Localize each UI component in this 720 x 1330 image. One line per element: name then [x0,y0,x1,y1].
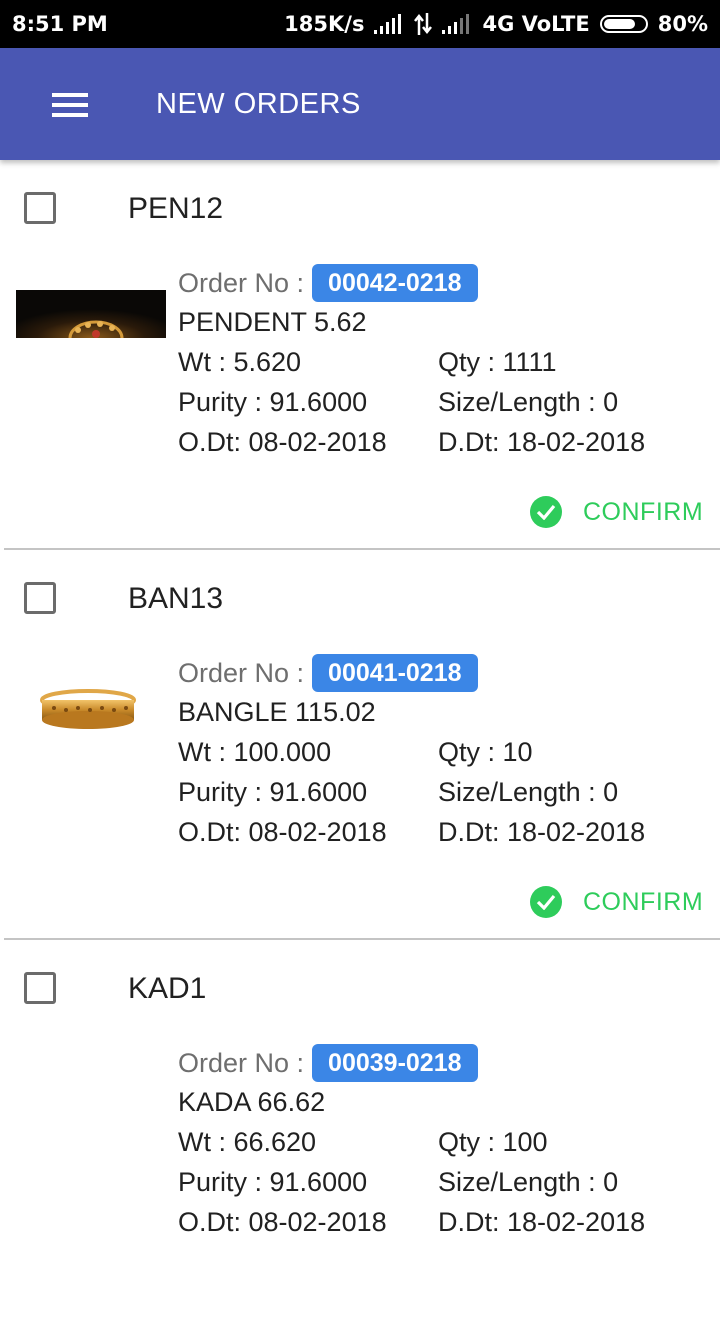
order-list[interactable]: PEN12 Order No : 00042-0218 PENDENT 5.62… [0,160,720,1330]
signal-strength-icon [374,14,402,34]
weight: Wt : 5.620 [178,347,302,377]
order-no-label: Order No : [178,657,305,688]
order-number-row: Order No : 00042-0218 [178,264,478,302]
order-select-checkbox[interactable] [24,972,56,1004]
order-card[interactable]: PEN12 Order No : 00042-0218 PENDENT 5.62… [0,160,720,550]
quantity: Qty : 100 [438,1127,548,1157]
status-bar: 8:51 PM 185K/s 4G VoLTE 80% [0,0,720,48]
order-number-row: Order No : 00039-0218 [178,1044,478,1082]
confirm-label: CONFIRM [583,497,704,526]
purity: Purity : 91.6000 [178,387,368,417]
status-time: 8:51 PM [12,12,108,36]
item-name: PENDENT 5.62 [178,307,367,337]
hamburger-menu-icon[interactable] [52,93,88,119]
size-length: Size/Length : 0 [438,387,619,417]
delivery-date: D.Dt: 18-02-2018 [438,817,646,847]
order-no-label: Order No : [178,1047,305,1078]
battery-percent: 80% [657,12,708,36]
battery-icon [599,15,648,33]
confirm-button[interactable]: CONFIRM [530,496,703,528]
order-no-label: Order No : [178,267,305,298]
bangle-thumbnail [40,689,136,729]
quantity: Qty : 10 [438,737,533,767]
order-number-badge: 00041-0218 [312,654,478,692]
order-card[interactable]: KAD1 Order No : 00039-0218 KADA 66.62 Wt… [0,940,720,1330]
weight: Wt : 66.620 [178,1127,317,1157]
order-card[interactable]: BAN13 Order No : 00041-0218 BANGLE 115.0… [0,550,720,940]
order-date: O.Dt: 08-02-2018 [178,1207,387,1237]
status-indicators: 185K/s 4G VoLTE 80% [284,12,708,36]
confirm-label: CONFIRM [583,887,704,916]
app-bar: NEW ORDERS [0,48,720,160]
item-name: KADA 66.62 [178,1087,326,1117]
order-date: O.Dt: 08-02-2018 [178,427,387,457]
order-code: BAN13 [128,582,224,615]
network-speed: 185K/s [284,12,365,36]
delivery-date: D.Dt: 18-02-2018 [438,427,646,457]
weight: Wt : 100.000 [178,737,332,767]
purity: Purity : 91.6000 [178,777,368,807]
quantity: Qty : 1111 [438,347,557,377]
size-length: Size/Length : 0 [438,777,619,807]
order-number-badge: 00039-0218 [312,1044,478,1082]
signal-strength-icon-2 [442,14,470,34]
data-transfer-icon [414,13,433,35]
check-circle-icon [530,886,562,918]
order-code: PEN12 [128,192,224,225]
confirm-button[interactable]: CONFIRM [530,886,703,918]
order-select-checkbox[interactable] [24,582,56,614]
check-circle-icon [530,496,562,528]
network-type: 4G VoLTE [482,12,590,36]
order-number-row: Order No : 00041-0218 [178,654,478,692]
page-title: NEW ORDERS [156,88,361,120]
order-number-badge: 00042-0218 [312,264,478,302]
battery-level-fill [603,19,635,29]
purity: Purity : 91.6000 [178,1167,368,1197]
pendant-thumbnail [16,290,166,338]
order-code: KAD1 [128,972,207,1005]
size-length: Size/Length : 0 [438,1167,619,1197]
delivery-date: D.Dt: 18-02-2018 [438,1207,646,1237]
order-select-checkbox[interactable] [24,192,56,224]
order-date: O.Dt: 08-02-2018 [178,817,387,847]
item-name: BANGLE 115.02 [178,697,376,727]
